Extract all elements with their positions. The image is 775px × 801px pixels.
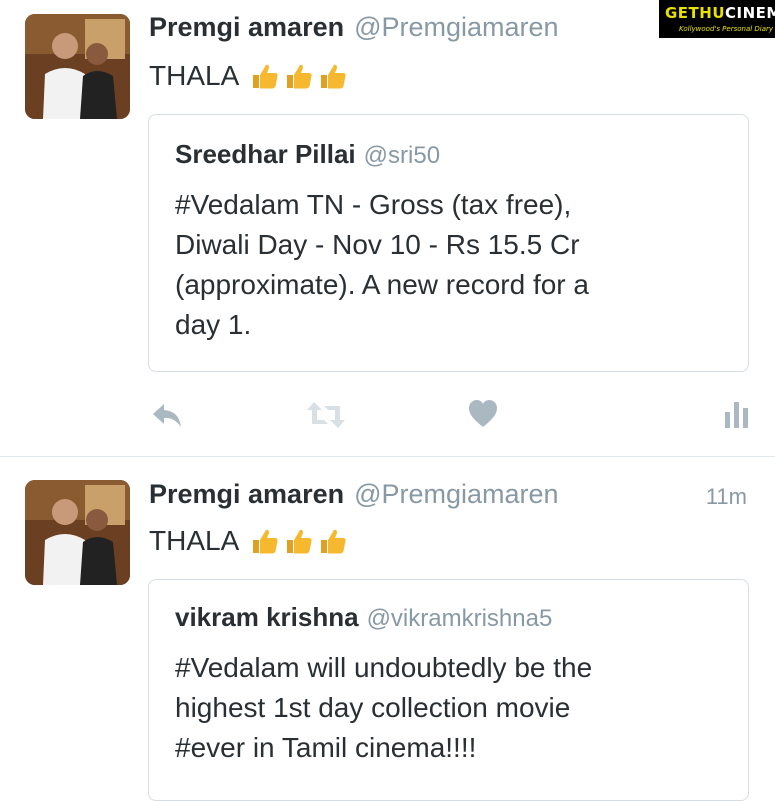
like-icon[interactable] bbox=[467, 398, 499, 435]
author-name-text[interactable]: Premgi amaren bbox=[149, 12, 344, 42]
avatar-photo bbox=[25, 14, 130, 119]
quoted-text: #Vedalam will undoubtedly be the highest… bbox=[175, 648, 735, 768]
quoted-text-line: Diwali Day - Nov 10 - Rs 15.5 Cr bbox=[175, 229, 580, 260]
quoted-text: #Vedalam TN - Gross (tax free), Diwali D… bbox=[175, 185, 735, 345]
tweet[interactable]: Premgi amaren @Premgiamaren THALA Sreedha… bbox=[0, 0, 775, 455]
author-name[interactable]: Premgi amaren @Premgiamaren bbox=[149, 12, 559, 43]
quoted-author-name: Sreedhar Pillai bbox=[175, 139, 356, 169]
author-handle[interactable]: @Premgiamaren bbox=[354, 479, 558, 509]
thumbs-up-icon bbox=[317, 526, 347, 563]
author-name-text[interactable]: Premgi amaren bbox=[149, 479, 344, 509]
quoted-text-line: #Vedalam TN - Gross (tax free), bbox=[175, 189, 572, 220]
thumbs-up-icon bbox=[249, 61, 279, 98]
quoted-author-handle: @sri50 bbox=[363, 142, 441, 169]
author-name[interactable]: Premgi amaren @Premgiamaren bbox=[149, 479, 559, 510]
quoted-text-line: day 1. bbox=[175, 309, 252, 340]
tweet-text-content: THALA bbox=[149, 525, 238, 556]
thumbs-up-icon bbox=[317, 61, 347, 98]
quoted-author[interactable]: vikram krishna @vikramkrishna5 bbox=[175, 602, 552, 633]
quoted-tweet[interactable]: Sreedhar Pillai @sri50 #Vedalam TN - Gros… bbox=[148, 114, 749, 372]
retweet-icon[interactable] bbox=[306, 398, 346, 437]
thumbs-up-icon bbox=[283, 61, 313, 98]
author-handle[interactable]: @Premgiamaren bbox=[354, 12, 558, 42]
avatar[interactable] bbox=[25, 14, 130, 119]
avatar-photo bbox=[25, 480, 130, 585]
tweet-timestamp[interactable]: 11m bbox=[706, 484, 747, 510]
tweet-text-content: THALA bbox=[149, 60, 238, 91]
thumbs-up-icon bbox=[283, 526, 313, 563]
tweet-text: THALA bbox=[149, 525, 347, 563]
tweet[interactable]: Premgi amaren @Premgiamaren 11m THALA vik… bbox=[0, 457, 775, 801]
tweet-text: THALA bbox=[149, 60, 347, 98]
quoted-tweet[interactable]: vikram krishna @vikramkrishna5 #Vedalam w… bbox=[148, 579, 749, 801]
quoted-author-handle: @vikramkrishna5 bbox=[366, 605, 553, 632]
thumbs-up-icon bbox=[249, 526, 279, 563]
quoted-text-line: highest 1st day collection movie bbox=[175, 692, 571, 723]
quoted-text-line: #Vedalam will undoubtedly be the bbox=[175, 652, 593, 683]
reply-icon[interactable] bbox=[150, 398, 184, 437]
quoted-text-line: (approximate). A new record for a bbox=[175, 269, 589, 300]
quoted-author[interactable]: Sreedhar Pillai @sri50 bbox=[175, 139, 440, 170]
analytics-icon[interactable] bbox=[724, 398, 750, 435]
quoted-author-name: vikram krishna bbox=[175, 602, 359, 632]
avatar[interactable] bbox=[25, 480, 130, 585]
tweet-actions bbox=[0, 398, 775, 438]
quoted-text-line: #ever in Tamil cinema!!!! bbox=[175, 732, 477, 763]
